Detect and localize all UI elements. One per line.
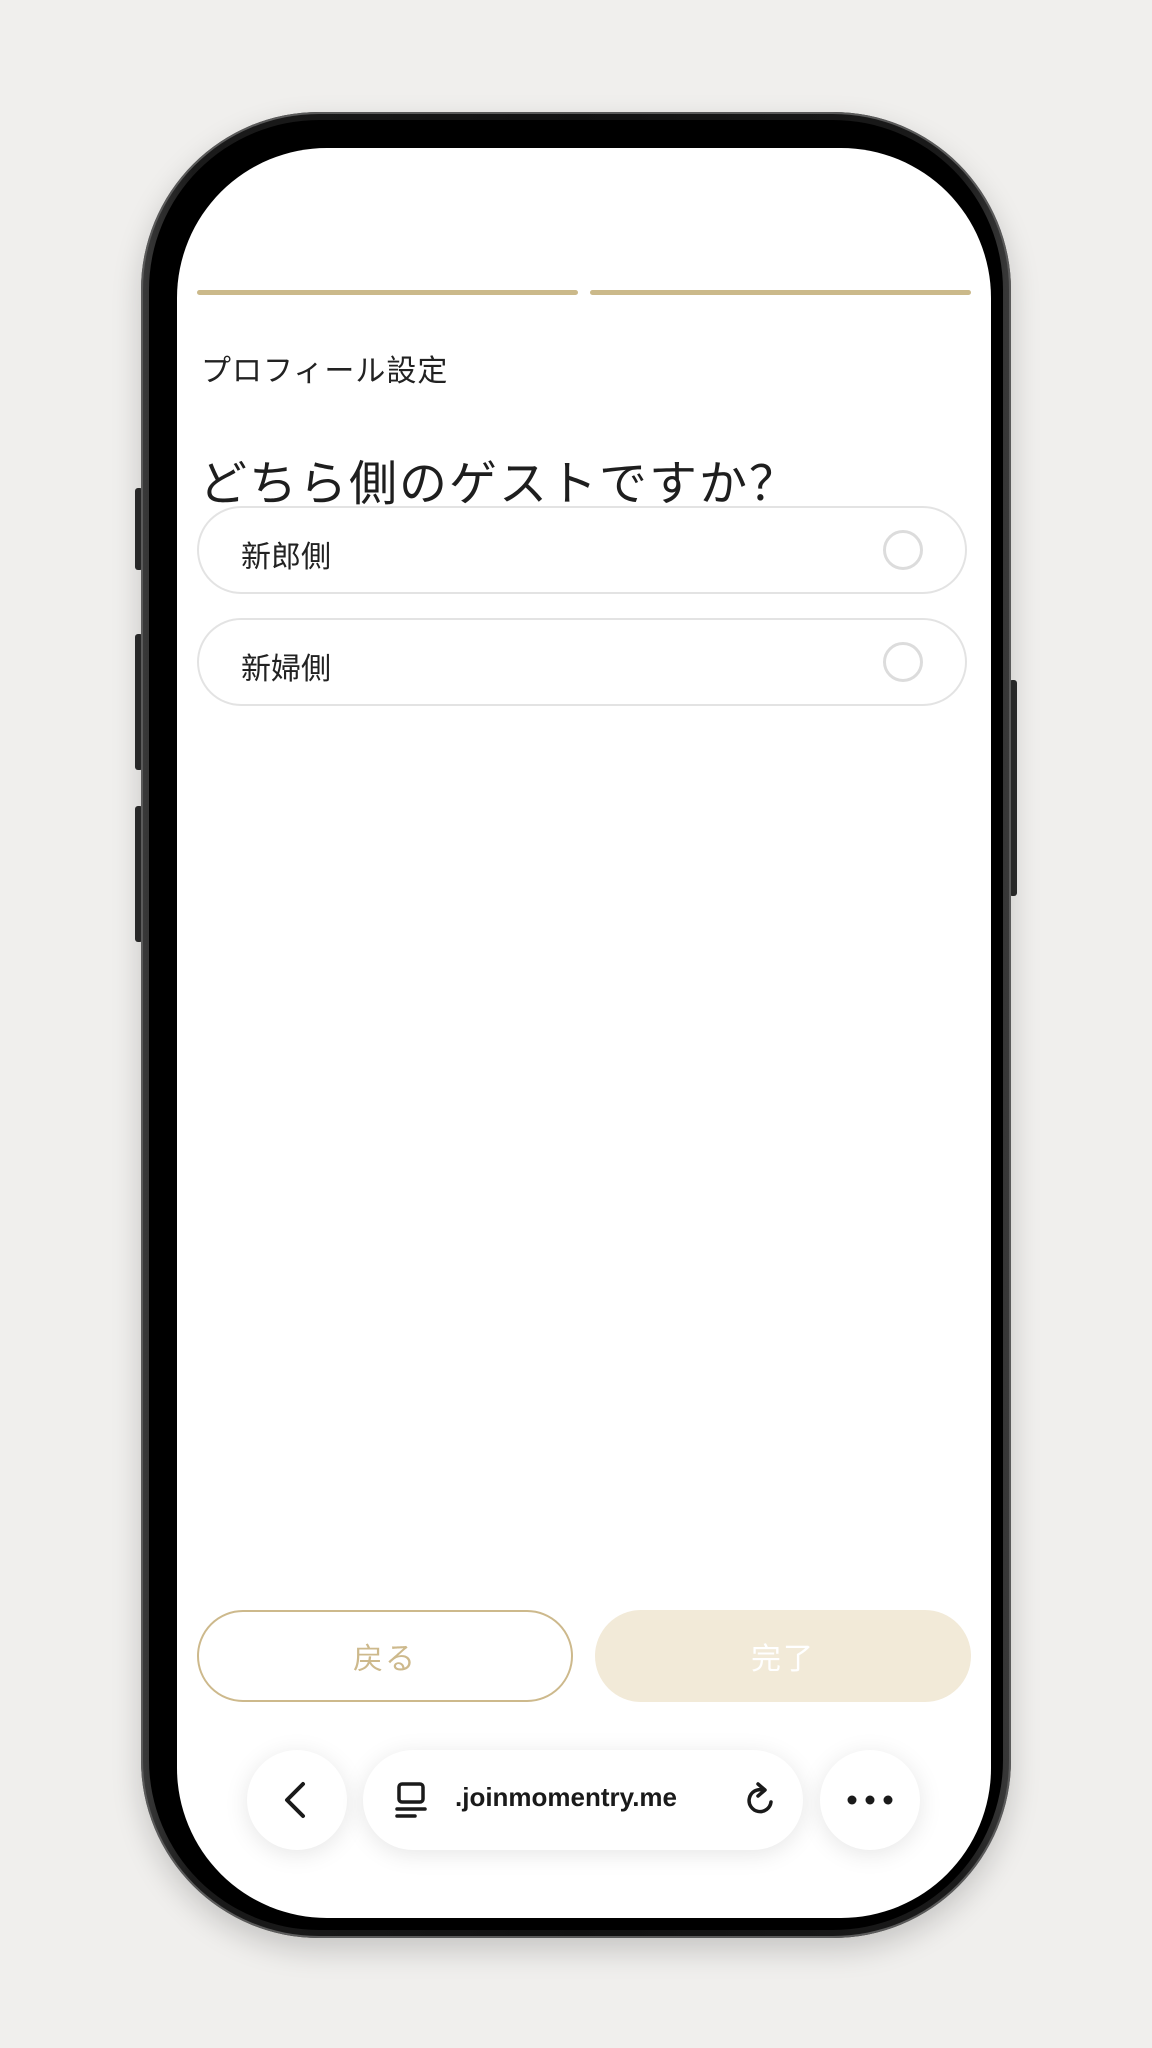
phone-frame: プロフィール設定 どちら側のゲストですか？ 新郎側 新婦側 戻る 完了 .joi… [141, 112, 1011, 1938]
radio-button[interactable] [883, 530, 923, 570]
chevron-left-icon [279, 1780, 315, 1820]
progress-bar [197, 290, 971, 296]
section-label: プロフィール設定 [201, 354, 449, 389]
screen: プロフィール設定 どちら側のゲストですか？ 新郎側 新婦側 戻る 完了 .joi… [177, 148, 991, 1918]
device-stage: プロフィール設定 どちら側のゲストですか？ 新郎側 新婦側 戻る 完了 .joi… [0, 0, 1152, 2048]
page-menu-icon[interactable] [393, 1780, 429, 1820]
option-label: 新婦側 [241, 652, 331, 687]
done-button[interactable]: 完了 [595, 1610, 971, 1702]
reload-icon[interactable] [741, 1780, 781, 1820]
option-groom-side[interactable]: 新郎側 [197, 506, 967, 594]
browser-toolbar: .joinmomentry.me [177, 1728, 991, 1918]
progress-segment-2 [590, 290, 971, 295]
back-button[interactable]: 戻る [197, 1610, 573, 1702]
option-label: 新郎側 [241, 540, 331, 575]
more-dots-icon [846, 1794, 894, 1806]
option-bride-side[interactable]: 新婦側 [197, 618, 967, 706]
browser-back-button[interactable] [247, 1750, 347, 1850]
url-text[interactable]: .joinmomentry.me [455, 1782, 677, 1813]
progress-segment-1 [197, 290, 578, 295]
question-title: どちら側のゲストですか？ [199, 456, 800, 512]
browser-more-button[interactable] [820, 1750, 920, 1850]
phone-bezel: プロフィール設定 どちら側のゲストですか？ 新郎側 新婦側 戻る 完了 .joi… [149, 120, 1003, 1930]
address-bar[interactable]: .joinmomentry.me [363, 1750, 803, 1850]
radio-button[interactable] [883, 642, 923, 682]
